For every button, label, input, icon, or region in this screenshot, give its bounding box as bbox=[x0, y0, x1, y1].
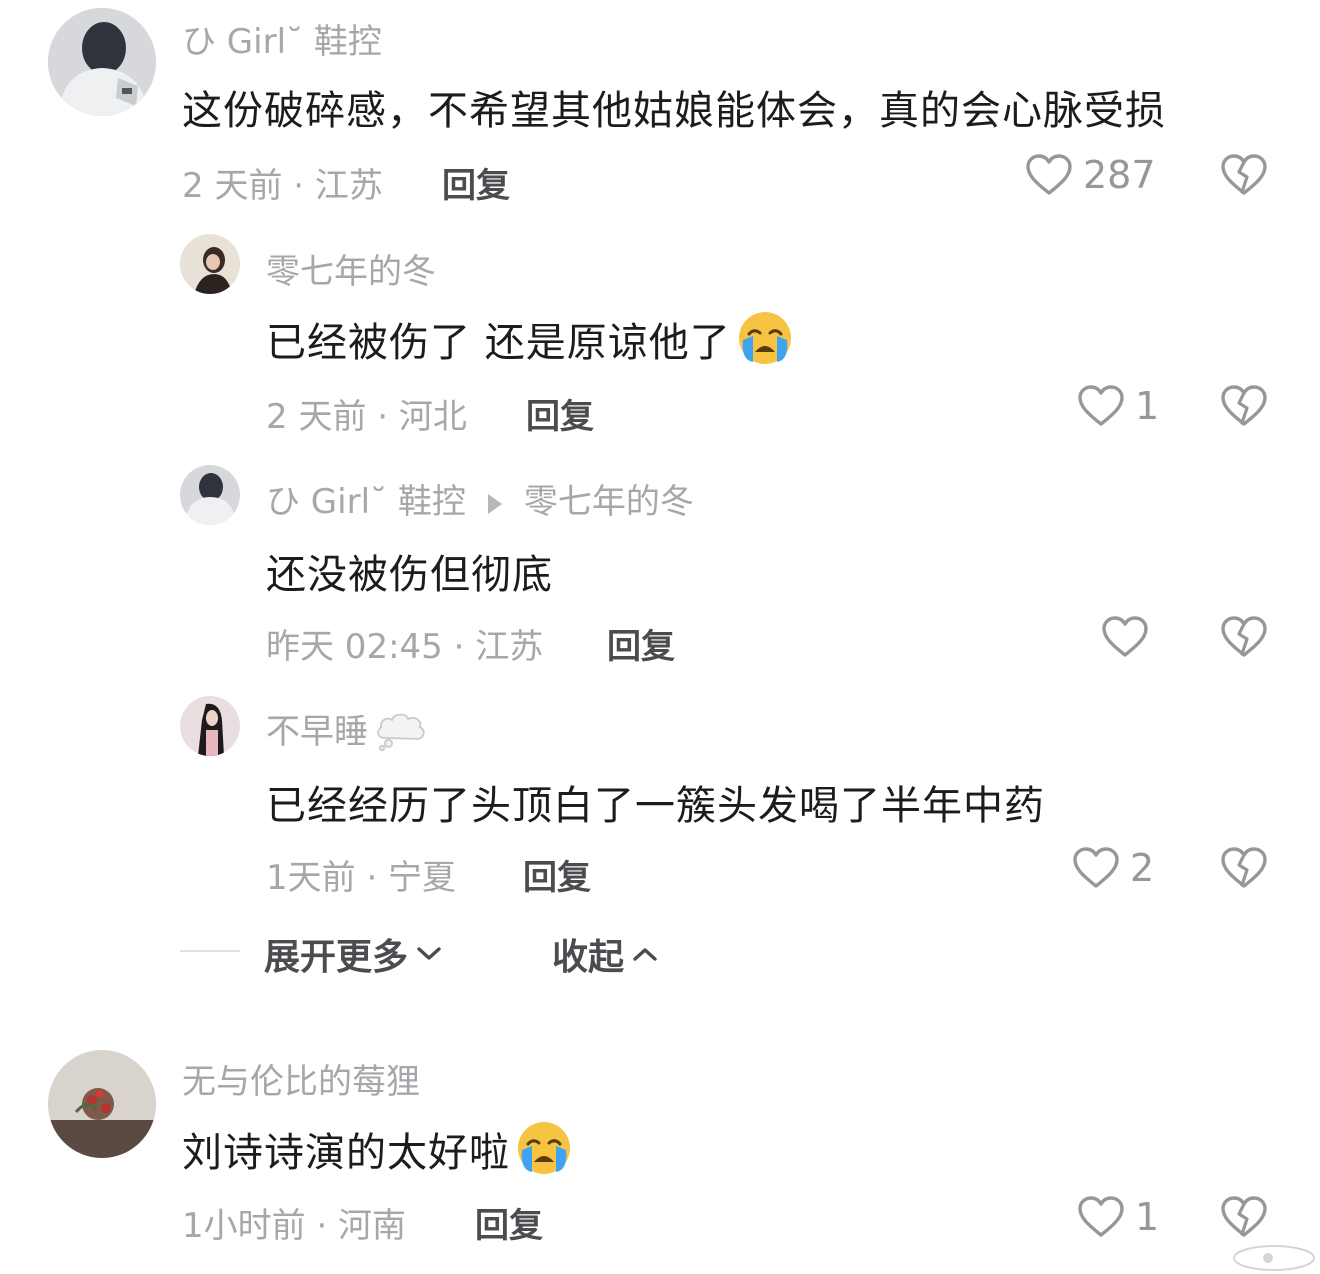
like-button[interactable]: 2 bbox=[1072, 846, 1154, 890]
watermark-logo bbox=[1233, 1245, 1315, 1271]
broken-heart-icon bbox=[1220, 615, 1268, 659]
heart-icon bbox=[1072, 846, 1120, 890]
comment-text: 刘诗诗演的太好啦 bbox=[182, 1120, 572, 1178]
comment-text: 已经经历了头顶白了一簇头发喝了半年中药 bbox=[266, 783, 1045, 829]
comment-text: 已经被伤了 还是原谅他了 bbox=[266, 310, 793, 368]
loudly-crying-face-icon bbox=[737, 310, 793, 366]
comment-text: 这份破碎感，不希望其他姑娘能体会，真的会心脉受损 bbox=[182, 88, 1166, 134]
reply-button[interactable]: 回复 bbox=[526, 389, 594, 438]
username[interactable]: 零七年的冬 bbox=[266, 244, 436, 293]
comment-meta: 1天前 · 宁夏 bbox=[266, 858, 457, 898]
comment-meta: 2 天前 · 江苏 bbox=[182, 166, 383, 206]
heart-icon bbox=[1077, 384, 1125, 428]
like-button[interactable]: 287 bbox=[1025, 153, 1156, 197]
username[interactable]: ひ Girl˘ 鞋控 零七年的冬 bbox=[266, 474, 694, 523]
avatar[interactable] bbox=[48, 1050, 156, 1158]
avatar[interactable] bbox=[180, 234, 240, 294]
avatar[interactable] bbox=[48, 8, 156, 116]
reply-button[interactable]: 回复 bbox=[442, 158, 510, 207]
broken-heart-icon bbox=[1220, 846, 1268, 890]
dislike-button[interactable] bbox=[1220, 846, 1268, 894]
reply-to-username[interactable]: 零七年的冬 bbox=[524, 482, 694, 522]
collapse-label: 收起 bbox=[552, 937, 625, 978]
like-button[interactable]: 1 bbox=[1077, 1195, 1159, 1239]
divider bbox=[180, 950, 240, 952]
dislike-button[interactable] bbox=[1220, 153, 1268, 201]
username[interactable]: 不早睡 bbox=[266, 704, 428, 753]
like-count: 2 bbox=[1130, 846, 1155, 890]
loudly-crying-face-icon bbox=[516, 1120, 572, 1176]
expand-more-label: 展开更多 bbox=[264, 937, 409, 978]
heart-icon bbox=[1101, 615, 1149, 659]
comment-meta: 2 天前 · 河北 bbox=[266, 397, 467, 437]
dislike-button[interactable] bbox=[1220, 615, 1268, 663]
reply-button[interactable]: 回复 bbox=[523, 850, 591, 899]
broken-heart-icon bbox=[1220, 153, 1268, 197]
chevron-up-icon bbox=[633, 948, 657, 961]
collapse-button[interactable]: 收起 bbox=[552, 928, 658, 980]
like-button[interactable] bbox=[1101, 615, 1159, 659]
heart-icon bbox=[1077, 1195, 1125, 1239]
reply-button[interactable]: 回复 bbox=[475, 1198, 543, 1247]
like-count: 287 bbox=[1083, 153, 1156, 197]
comment-meta: 1小时前 · 河南 bbox=[182, 1206, 407, 1246]
username[interactable]: 无与伦比的莓狸 bbox=[182, 1054, 420, 1103]
expand-more-button[interactable]: 展开更多 bbox=[264, 928, 442, 980]
heart-icon bbox=[1025, 153, 1073, 197]
replies-expander: 展开更多 收起 bbox=[0, 924, 1320, 980]
reply-arrow-icon bbox=[487, 493, 502, 514]
comment-text: 还没被伤但彻底 bbox=[266, 552, 553, 598]
like-count: 1 bbox=[1135, 384, 1160, 428]
broken-heart-icon bbox=[1220, 384, 1268, 428]
like-count: 1 bbox=[1135, 1195, 1160, 1239]
comment-meta: 昨天 02:45 · 江苏 bbox=[266, 627, 544, 667]
reply-button[interactable]: 回复 bbox=[607, 619, 675, 668]
chevron-down-icon bbox=[417, 947, 441, 960]
avatar[interactable] bbox=[180, 465, 240, 525]
like-button[interactable]: 1 bbox=[1077, 384, 1159, 428]
dislike-button[interactable] bbox=[1220, 384, 1268, 432]
avatar[interactable] bbox=[180, 696, 240, 756]
thought-cloud-icon bbox=[374, 707, 428, 751]
username[interactable]: ひ Girl˘ 鞋控 bbox=[182, 14, 382, 63]
